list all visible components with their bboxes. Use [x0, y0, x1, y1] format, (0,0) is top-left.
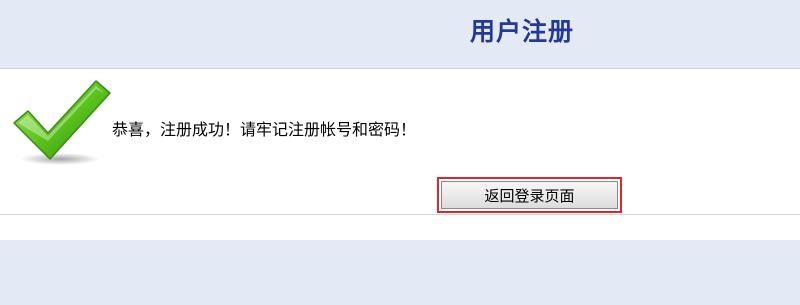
footer-bar	[0, 240, 800, 305]
header-bar: 用户注册	[0, 0, 800, 62]
checkmark-icon	[13, 80, 111, 165]
success-message: 恭喜，注册成功！请牢记注册帐号和密码！	[112, 120, 417, 139]
back-to-login-button[interactable]: 返回登录页面	[441, 181, 618, 209]
spacer	[0, 215, 800, 240]
result-panel: 恭喜，注册成功！请牢记注册帐号和密码！ 返回登录页面	[0, 68, 800, 215]
page-title: 用户注册	[470, 17, 575, 46]
